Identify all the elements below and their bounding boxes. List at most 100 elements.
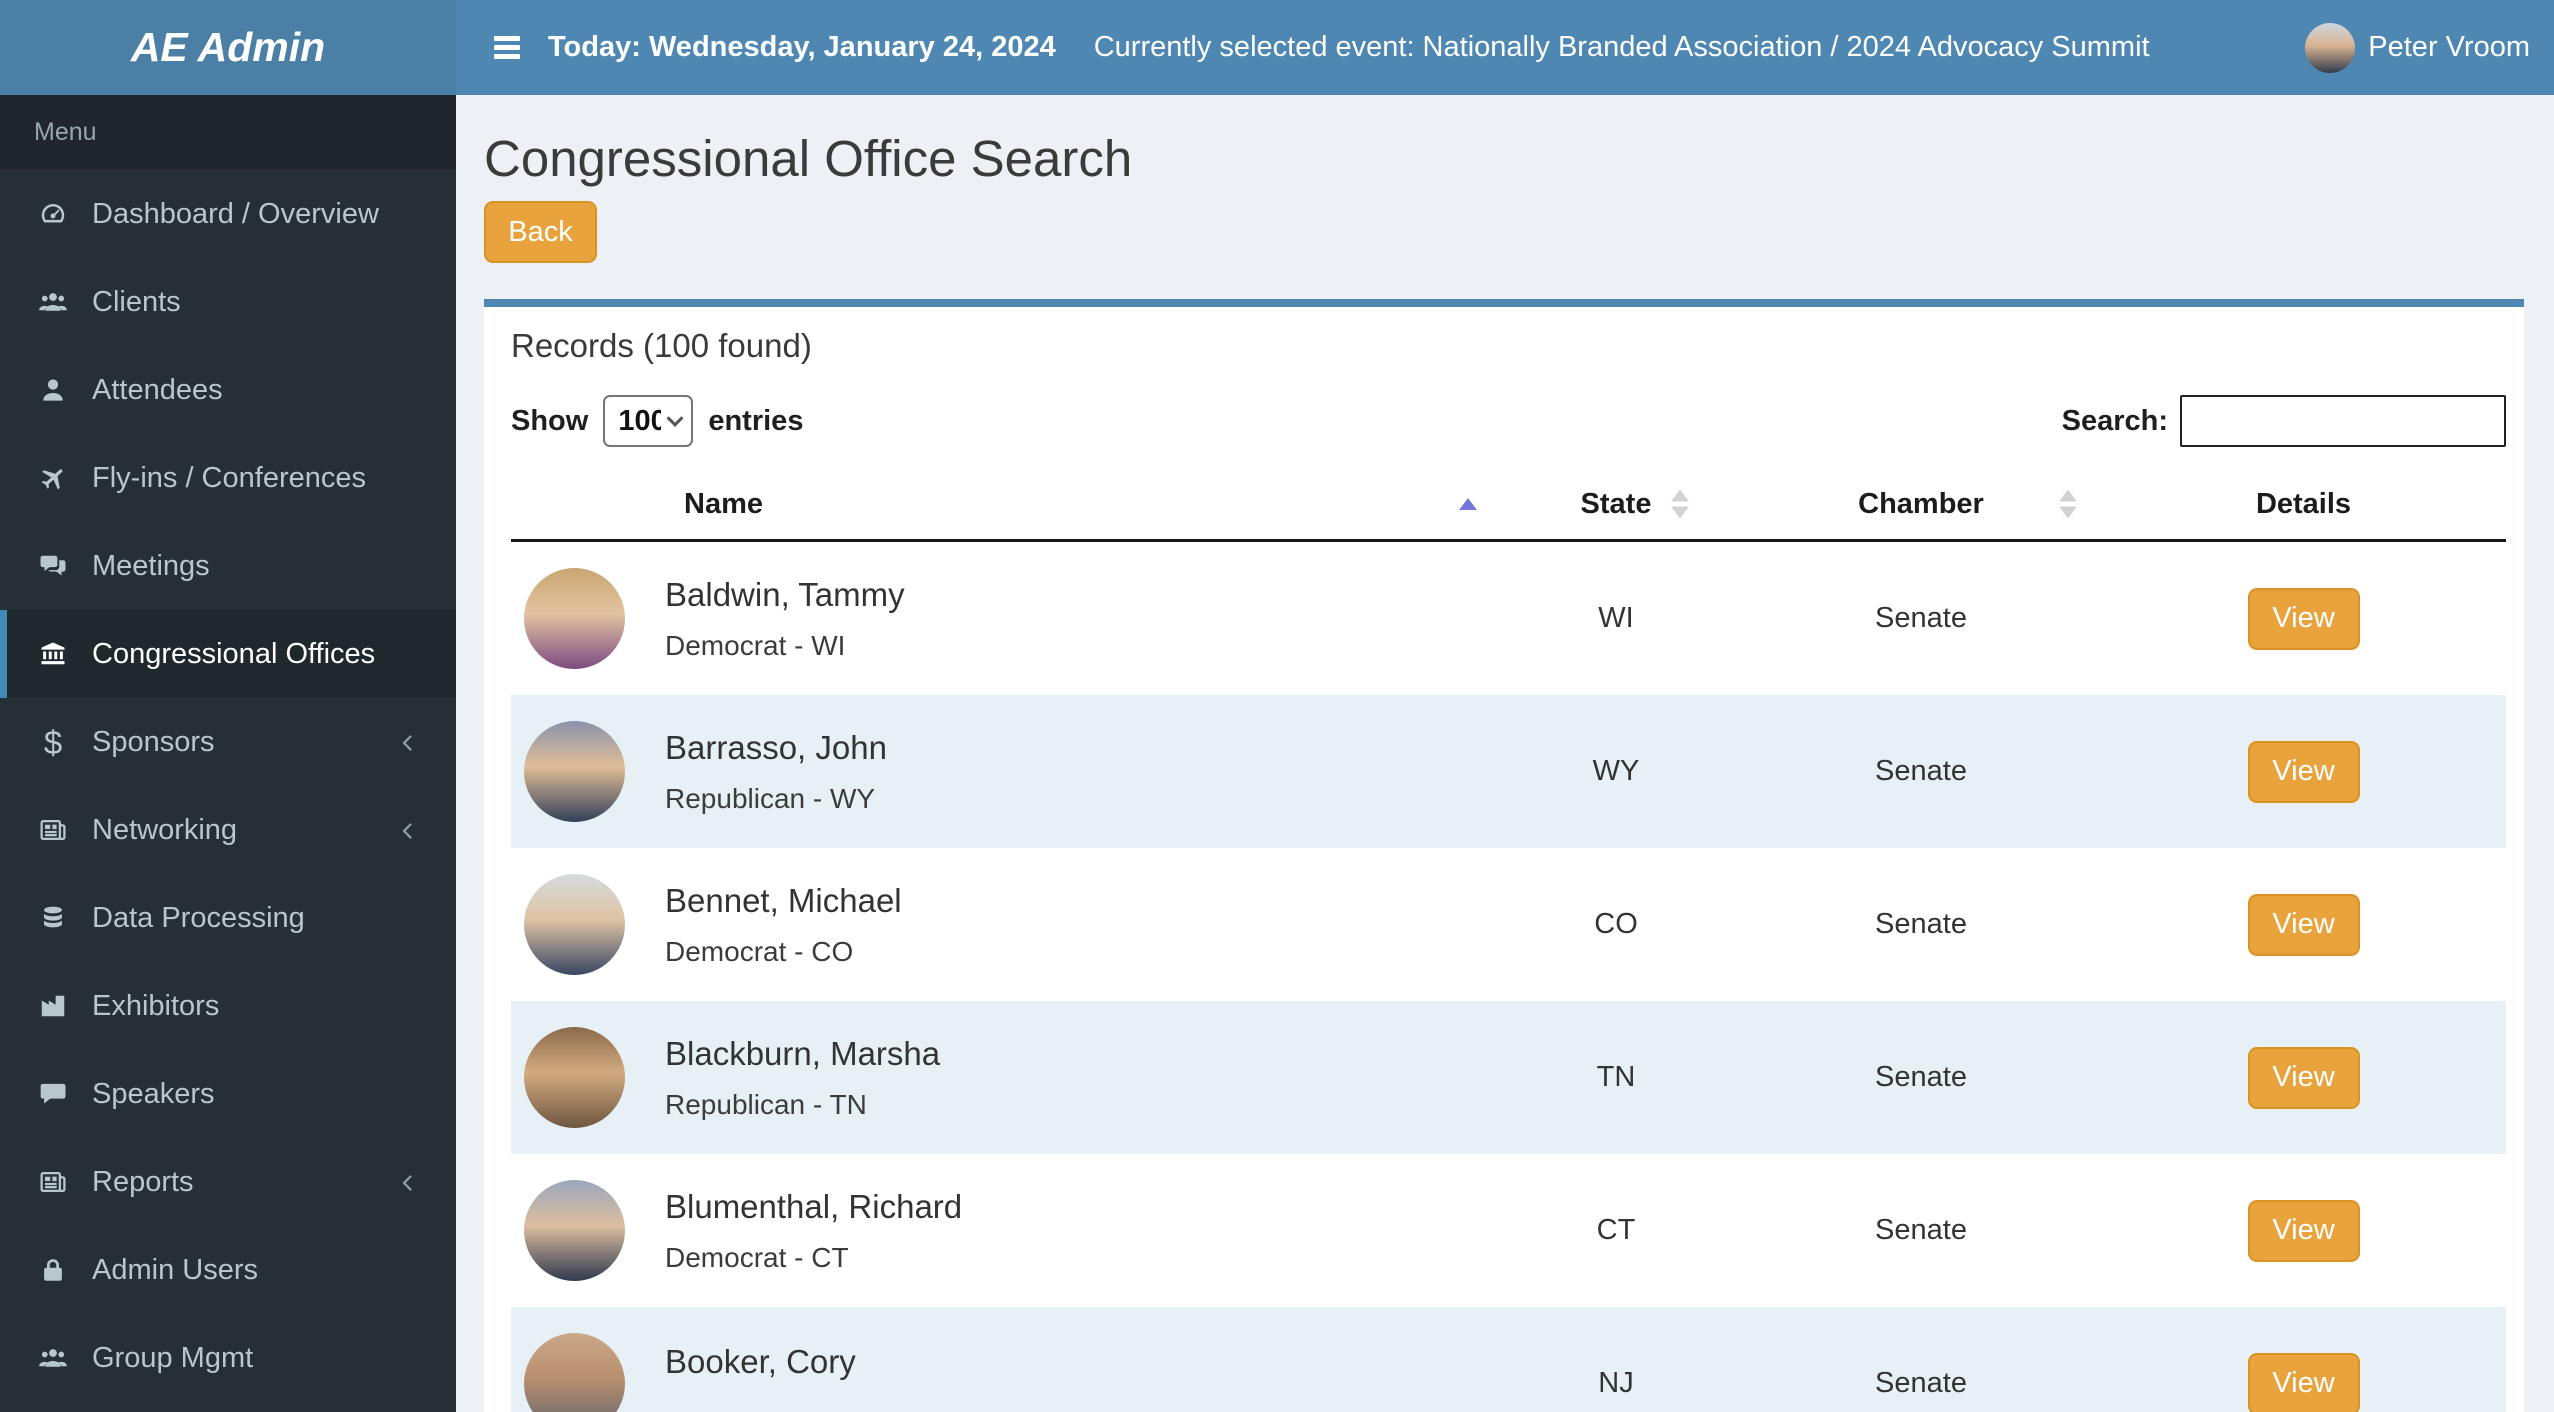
column-header-label: Name [684,487,763,520]
chamber-cell: Senate [1875,1367,1967,1399]
chamber-cell: Senate [1875,755,1967,787]
name-cell: Blackburn, Marsha Republican - TN [511,1027,1491,1128]
sidebar-item-exhibitors[interactable]: Exhibitors [0,962,456,1050]
table-row: Bennet, Michael Democrat - CO CO Senate View [511,848,2506,1001]
sidebar-item-reports[interactable]: Reports [0,1138,456,1226]
name-cell: Barrasso, John Republican - WY [511,721,1491,822]
topbar: Today: Wednesday, January 24, 2024 Curre… [456,0,2554,95]
dollar-icon: $ [43,723,63,761]
sidebar-item-admin-users[interactable]: Admin Users [0,1226,456,1314]
sidebar-item-label: Speakers [92,1077,215,1110]
column-header-details: Details [2101,488,2506,521]
sidebar-item-meetings[interactable]: Meetings [0,522,456,610]
brand-logo[interactable]: AE Admin [0,0,456,95]
sidebar-item-label: Attendees [92,373,223,406]
details-cell: View [2101,1046,2506,1109]
page-length-select[interactable]: 100 [603,395,694,447]
senator-name: Bennet, Michael [665,881,902,919]
sidebar-item-sponsors[interactable]: $ Sponsors [0,698,456,786]
industry-icon [34,990,72,1022]
sidebar-item-group-mgmt[interactable]: Group Mgmt [0,1314,456,1402]
sidebar-item-attendees[interactable]: Attendees [0,346,456,434]
sidebar-toggle-button[interactable] [488,25,526,69]
view-button[interactable]: View [2247,893,2360,956]
page-length-control: Show 100 entries [511,395,803,447]
lock-icon [34,1254,72,1286]
name-cell: Booker, Cory [511,1333,1491,1412]
chamber-cell: Senate [1875,602,1967,634]
view-button[interactable]: View [2247,587,2360,650]
senator-name: Barrasso, John [665,728,887,766]
chamber-cell: Senate [1875,908,1967,940]
sidebar-item-networking[interactable]: Networking [0,786,456,874]
records-panel: Records (100 found) Show 100 entries Sea… [484,299,2524,1412]
senator-party-state: Republican - WY [665,782,876,814]
search-label: Search: [2061,404,2168,437]
user-icon [34,374,72,406]
senator-name: Booker, Cory [665,1342,856,1380]
table-row: Barrasso, John Republican - WY WY Senate Vie… [511,695,2506,848]
chamber-cell: Senate [1875,1061,1967,1093]
table-row: Blumenthal, Richard Democrat - CT CT Senate… [511,1154,2506,1307]
senator-party-state: Democrat - CT [665,1241,849,1273]
senator-photo [524,874,625,975]
state-cell: CT [1596,1214,1636,1246]
sidebar-item-congressional-offices[interactable]: Congressional Offices [0,610,456,698]
table-controls: Show 100 entries Search: [511,395,2506,447]
senator-party-state: Republican - TN [665,1088,867,1120]
sidebar-item-speakers[interactable]: Speakers [0,1050,456,1138]
show-label: Show [511,404,589,437]
senator-photo [524,721,625,822]
table-row: Blackburn, Marsha Republican - TN TN Senate… [511,1001,2506,1154]
user-name: Peter Vroom [2368,31,2530,63]
sidebar-item-dashboard-overview[interactable]: Dashboard / Overview [0,170,456,258]
sidebar: AE Admin Menu Dashboard / Overview Client… [0,0,456,1412]
selected-event-text: Currently selected event: Nationally Bra… [1093,31,2150,63]
newspaper-icon [34,1166,72,1198]
sidebar-item-label: Exhibitors [92,989,220,1022]
sidebar-item-label: Clients [92,285,181,318]
view-button[interactable]: View [2247,1046,2360,1109]
details-cell: View [2101,587,2506,650]
main-content: Congressional Office Search Back Records… [456,95,2554,1412]
app-root: AE Admin Menu Dashboard / Overview Client… [0,0,2554,1412]
sidebar-item-label: Data Processing [92,901,305,934]
sidebar-item-label: Networking [92,813,238,846]
senator-name: Baldwin, Tammy [665,575,905,613]
table-search: Search: [2062,395,2506,447]
chevron-left-icon [396,730,420,754]
name-cell: Blumenthal, Richard Democrat - CT [511,1180,1491,1281]
view-button[interactable]: View [2247,740,2360,803]
sidebar-item-label: Reports [92,1165,194,1198]
sidebar-item-data-processing[interactable]: Data Processing [0,874,456,962]
column-header-name[interactable]: Name [511,488,1491,521]
state-cell: CO [1594,908,1638,940]
details-cell: View [2101,893,2506,956]
sort-unsorted-icon [2059,489,2077,519]
back-button[interactable]: Back [484,201,597,263]
sidebar-item-fly-ins-conferences[interactable]: Fly-ins / Conferences [0,434,456,522]
name-cell: Bennet, Michael Democrat - CO [511,874,1491,975]
column-header-chamber[interactable]: Chamber [1741,488,2101,521]
today-text: Today: Wednesday, January 24, 2024 [548,31,1056,63]
users-icon [34,286,72,318]
chamber-cell: Senate [1875,1214,1967,1246]
view-button[interactable]: View [2247,1352,2360,1412]
page-title: Congressional Office Search [484,130,1133,187]
table-header: Name State Chamber Details [511,469,2506,542]
sidebar-item-label: Fly-ins / Conferences [92,461,366,494]
senator-photo [524,568,625,669]
sidebar-item-label: Dashboard / Overview [92,197,379,230]
senator-name: Blackburn, Marsha [665,1034,941,1072]
column-header-label: Details [2255,487,2352,520]
senator-party-state: Democrat - WI [665,629,846,661]
plane-icon [34,462,72,494]
search-input[interactable] [2180,395,2506,447]
sidebar-item-clients[interactable]: Clients [0,258,456,346]
comments-icon [34,550,72,582]
user-menu[interactable]: Peter Vroom [2305,22,2530,73]
state-cell: WI [1598,602,1634,634]
column-header-state[interactable]: State [1491,488,1741,521]
view-button[interactable]: View [2247,1199,2360,1262]
sidebar-item-label: Sponsors [92,725,215,758]
